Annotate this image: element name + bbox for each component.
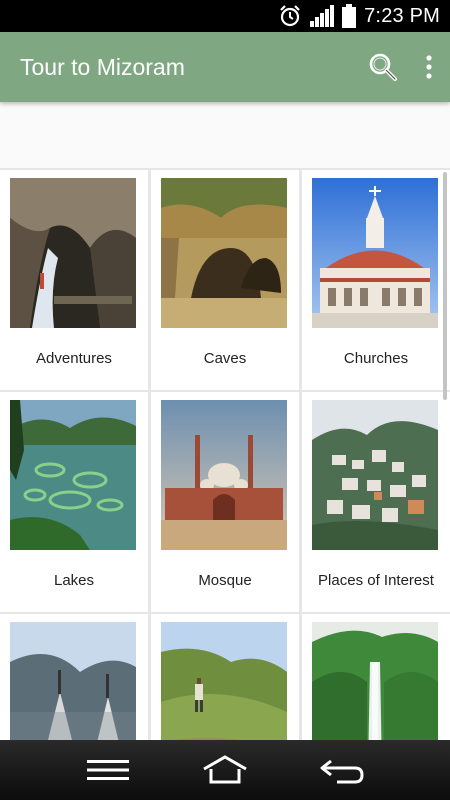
alarm-clock-icon bbox=[278, 4, 302, 28]
category-tile-9[interactable] bbox=[302, 614, 450, 740]
places-of-interest-image bbox=[312, 400, 438, 550]
category-grid[interactable]: Adventures Caves Churches Lakes Mosque P… bbox=[0, 168, 450, 740]
caves-image bbox=[161, 178, 287, 328]
category-label: Lakes bbox=[53, 572, 95, 589]
mosque-image bbox=[161, 400, 287, 550]
system-nav-bar bbox=[0, 740, 450, 800]
category-9-image bbox=[312, 622, 438, 740]
app-title: Tour to Mizoram bbox=[20, 53, 185, 80]
status-time: 7:23 PM bbox=[364, 4, 440, 27]
category-tile-caves[interactable]: Caves bbox=[151, 170, 299, 390]
lakes-image bbox=[10, 400, 136, 550]
category-label: Churches bbox=[343, 350, 409, 367]
scrollbar-thumb[interactable] bbox=[443, 172, 447, 400]
app-bar: Tour to Mizoram bbox=[0, 32, 450, 102]
category-tile-places-of-interest[interactable]: Places of Interest bbox=[302, 392, 450, 612]
status-bar: 7:23 PM bbox=[0, 0, 450, 32]
menu-icon[interactable] bbox=[78, 745, 138, 795]
category-tile-churches[interactable]: Churches bbox=[302, 170, 450, 390]
category-label: Adventures bbox=[36, 350, 112, 367]
header-spacer bbox=[0, 102, 450, 168]
category-tile-7[interactable] bbox=[0, 614, 148, 740]
category-label: Caves bbox=[203, 350, 247, 367]
category-8-image bbox=[161, 622, 287, 740]
app-actions bbox=[368, 52, 434, 82]
signal-strength-icon bbox=[310, 5, 335, 27]
category-7-image bbox=[10, 622, 136, 740]
category-label: Mosque bbox=[198, 572, 252, 589]
category-tile-adventures[interactable]: Adventures bbox=[0, 170, 148, 390]
category-label: Places of Interest bbox=[318, 572, 434, 589]
overflow-menu-icon[interactable] bbox=[424, 54, 434, 80]
category-tile-lakes[interactable]: Lakes bbox=[0, 392, 148, 612]
category-tile-mosque[interactable]: Mosque bbox=[151, 392, 299, 612]
category-tile-8[interactable] bbox=[151, 614, 299, 740]
churches-image bbox=[312, 178, 438, 328]
battery-icon bbox=[342, 4, 357, 28]
adventures-image bbox=[10, 178, 136, 328]
back-icon[interactable] bbox=[312, 745, 372, 795]
home-icon[interactable] bbox=[195, 745, 255, 795]
search-icon[interactable] bbox=[368, 52, 398, 82]
